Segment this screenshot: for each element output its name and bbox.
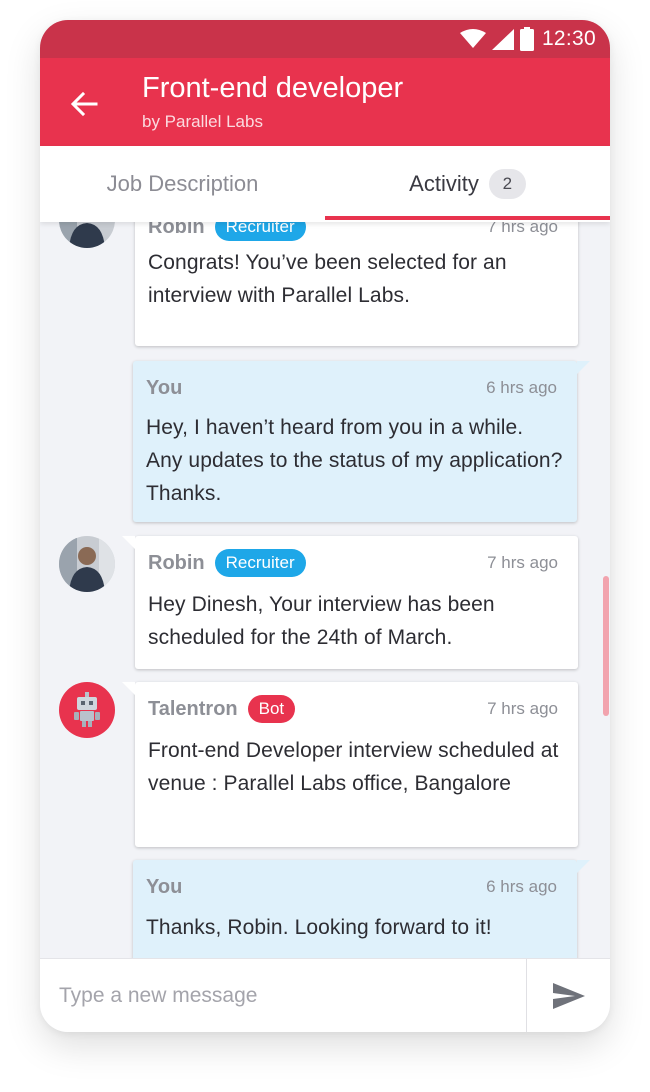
role-badge: Recruiter bbox=[214, 549, 306, 577]
message-card[interactable]: You 6 hrs ago Thanks, Robin. Looking for… bbox=[133, 860, 590, 958]
sender-name: You bbox=[146, 875, 183, 898]
arrow-left-icon bbox=[70, 91, 98, 117]
message-time: 6 hrs ago bbox=[486, 378, 557, 397]
message-header: Robin Recruiter 7 hrs ago bbox=[148, 222, 558, 242]
tab-job-description[interactable]: Job Description bbox=[40, 146, 325, 222]
message-card[interactable]: You 6 hrs ago Hey, I haven’t heard from … bbox=[133, 361, 590, 522]
role-badge: Recruiter bbox=[214, 222, 306, 241]
message-card[interactable]: Talentron Bot 7 hrs ago Front-end Develo… bbox=[122, 682, 578, 847]
message-text: Hey Dinesh, Your interview has been sche… bbox=[148, 593, 495, 649]
page-title: Front-end developer bbox=[142, 72, 404, 104]
message-header: You 6 hrs ago bbox=[146, 373, 557, 403]
avatar-bot[interactable] bbox=[59, 682, 115, 738]
sender-name: You bbox=[146, 376, 183, 399]
tab-label: Activity bbox=[409, 171, 479, 196]
activity-count-badge: 2 bbox=[488, 169, 526, 199]
tab-label: Job Description bbox=[106, 171, 259, 196]
message-list[interactable]: Robin Recruiter 7 hrs ago Congrats! You’… bbox=[40, 222, 610, 958]
message-text: Congrats! You’ve been selected for an in… bbox=[148, 251, 507, 307]
user-avatar-icon bbox=[59, 536, 115, 592]
message-time: 7 hrs ago bbox=[487, 699, 558, 718]
sender-name: Robin bbox=[148, 551, 205, 574]
wifi-icon bbox=[459, 29, 486, 48]
message-header: You 6 hrs ago bbox=[146, 872, 557, 902]
phone-frame: 12:30 Front-end developer by Parallel La… bbox=[40, 20, 610, 1032]
message-header: Talentron Bot 7 hrs ago bbox=[148, 694, 558, 724]
message-header: Robin Recruiter 7 hrs ago bbox=[148, 548, 558, 578]
avatar[interactable] bbox=[59, 536, 115, 592]
avatar[interactable] bbox=[59, 222, 115, 248]
message-time: 7 hrs ago bbox=[487, 553, 558, 572]
tab-activity[interactable]: Activity 2 bbox=[325, 146, 610, 222]
message-composer bbox=[40, 958, 610, 1032]
status-time: 12:30 bbox=[541, 27, 596, 50]
sender-name: Talentron bbox=[148, 697, 238, 720]
message-card[interactable]: Robin Recruiter 7 hrs ago Hey Dinesh, Yo… bbox=[122, 536, 578, 669]
sender-name: Robin bbox=[148, 222, 205, 238]
scrollbar-thumb[interactable] bbox=[603, 576, 609, 716]
battery-icon bbox=[519, 27, 534, 51]
status-bar: 12:30 bbox=[40, 20, 610, 58]
user-avatar-icon bbox=[59, 222, 115, 248]
robot-icon bbox=[74, 692, 100, 727]
message-text: Thanks, Robin. Looking forward to it! bbox=[146, 916, 492, 939]
status-icons: 12:30 bbox=[459, 27, 596, 51]
message-text: Hey, I haven’t heard from you in a while… bbox=[146, 416, 563, 505]
signal-icon bbox=[491, 28, 514, 50]
message-card[interactable]: Robin Recruiter 7 hrs ago Congrats! You’… bbox=[135, 222, 578, 346]
back-button[interactable] bbox=[62, 82, 106, 126]
message-time: 6 hrs ago bbox=[486, 877, 557, 896]
message-text: Front-end Developer interview scheduled … bbox=[148, 739, 559, 795]
page-subtitle: by Parallel Labs bbox=[142, 112, 263, 131]
send-button[interactable] bbox=[527, 959, 610, 1032]
tab-bar: Job Description Activity 2 bbox=[40, 146, 610, 222]
message-time: 7 hrs ago bbox=[487, 222, 558, 236]
app-bar: Front-end developer by Parallel Labs bbox=[40, 58, 610, 146]
role-badge: Bot bbox=[247, 695, 296, 723]
tab-indicator bbox=[325, 216, 610, 220]
send-icon bbox=[552, 983, 585, 1009]
message-input[interactable] bbox=[40, 959, 526, 1032]
